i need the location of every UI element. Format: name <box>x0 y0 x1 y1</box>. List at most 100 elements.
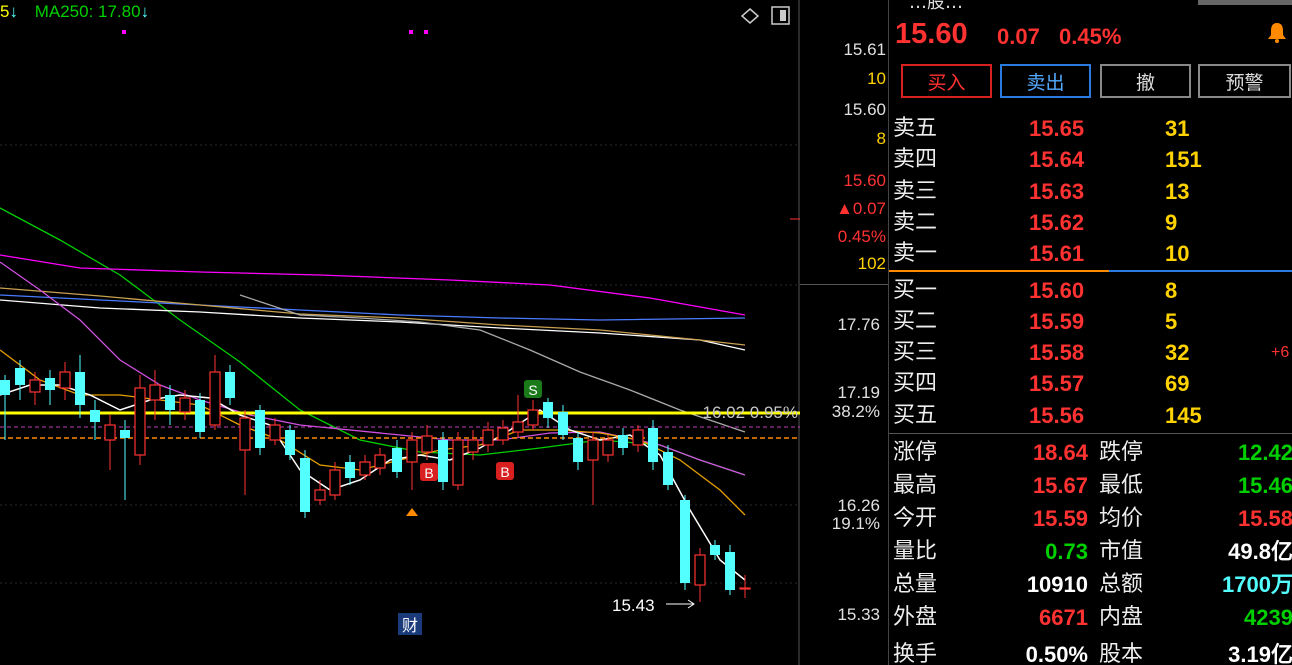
ask-label: 卖三 <box>893 179 938 204</box>
candle[interactable] <box>438 432 448 490</box>
candle[interactable] <box>527 400 539 430</box>
bid-row-4[interactable]: 买四 15.57 69 <box>889 368 1292 399</box>
candle[interactable] <box>90 400 100 440</box>
candle[interactable] <box>314 480 326 505</box>
candle[interactable] <box>632 425 644 452</box>
finance-badge-label: 财 <box>402 616 418 635</box>
candle[interactable] <box>239 410 251 495</box>
candle-body <box>527 409 539 426</box>
candle-body <box>269 424 281 441</box>
turnover-label: 换手 <box>893 642 938 665</box>
alert-button[interactable]: 预警 <box>1198 64 1291 98</box>
candle-body <box>345 462 355 478</box>
marker-b2[interactable]: B <box>496 462 514 480</box>
axis-divider <box>800 284 888 285</box>
stats-row-ratio-cap: 量比 0.73 市值 49.8亿 <box>889 535 1292 568</box>
axis-label-13: 19.1% <box>831 514 880 533</box>
total-volume-label: 总量 <box>893 572 938 597</box>
candle[interactable] <box>165 385 175 425</box>
ask-row-5[interactable]: 卖五 15.65 31 <box>889 113 1292 144</box>
cancel-button[interactable]: 撤 <box>1100 64 1191 98</box>
candle[interactable] <box>694 548 706 602</box>
candle[interactable] <box>120 420 130 500</box>
marker-s[interactable]: S <box>524 380 542 398</box>
candle[interactable] <box>725 545 735 595</box>
candle-body <box>497 427 509 441</box>
low-label: 最低 <box>1099 473 1144 498</box>
bid-volume: 5 <box>1165 309 1178 334</box>
candle[interactable] <box>104 415 116 470</box>
buy-button[interactable]: 买入 <box>901 64 992 98</box>
price-change-pct: 0.45% <box>1059 24 1122 49</box>
ma250-label: MA250: 17.80 <box>34 2 141 21</box>
ask-row-1[interactable]: 卖一 15.61 10 <box>889 238 1292 269</box>
candle[interactable] <box>285 425 295 460</box>
candle[interactable] <box>739 575 751 598</box>
marker-b2-label: B <box>500 464 509 480</box>
bid-row-3[interactable]: 买三 15.58 32 +6 <box>889 337 1292 368</box>
panel-toggle-icon[interactable] <box>771 6 790 25</box>
candle[interactable] <box>269 418 281 445</box>
candle[interactable] <box>225 365 235 405</box>
bid-row-1[interactable]: 买一 15.60 8 <box>889 275 1292 306</box>
ask-volume: 13 <box>1165 179 1190 204</box>
bid-row-2[interactable]: 买二 15.59 5 <box>889 306 1292 337</box>
candle[interactable] <box>512 395 524 438</box>
order-book-divider-right <box>1109 270 1292 272</box>
candle[interactable] <box>29 372 41 405</box>
candle[interactable] <box>195 393 205 438</box>
candle[interactable] <box>0 375 10 440</box>
candle[interactable] <box>558 405 568 440</box>
top-right-tab[interactable] <box>1198 0 1292 5</box>
marker-s-label: S <box>528 382 537 398</box>
candle[interactable] <box>300 450 310 518</box>
candle-body <box>618 435 628 448</box>
candle[interactable] <box>406 432 418 490</box>
candle[interactable] <box>497 420 509 445</box>
ask-label: 卖五 <box>893 116 938 141</box>
candle[interactable] <box>587 432 599 505</box>
candle[interactable] <box>359 455 371 480</box>
candle[interactable] <box>648 420 658 470</box>
candle-body <box>739 587 751 590</box>
fib-line-label: 16.02 0.95% <box>703 403 798 422</box>
kline-chart-area[interactable]: S B B 15.43 16.02 0.95% 财 5↓ MA250: 17.8… <box>0 0 800 665</box>
candle[interactable] <box>618 428 628 455</box>
ask-volume: 10 <box>1165 241 1190 266</box>
candle-body <box>329 469 341 496</box>
marker-b1[interactable]: B <box>420 463 438 481</box>
candle[interactable] <box>209 355 221 430</box>
candle[interactable] <box>255 405 265 455</box>
candle[interactable] <box>15 360 25 400</box>
ask-row-3[interactable]: 卖三 15.63 13 <box>889 176 1292 207</box>
bid-price: 15.60 <box>1029 278 1085 303</box>
bell-icon[interactable] <box>1265 20 1289 44</box>
candles[interactable] <box>0 355 751 602</box>
candle-body <box>134 387 146 456</box>
diamond-icon[interactable] <box>740 8 760 24</box>
candle[interactable] <box>392 440 402 478</box>
candle[interactable] <box>452 432 464 490</box>
bid-volume: 8 <box>1165 278 1178 303</box>
candle-body <box>75 372 85 405</box>
candle[interactable] <box>543 398 553 428</box>
candle[interactable] <box>345 455 355 485</box>
kline-chart[interactable]: S B B 15.43 16.02 0.95% 财 <box>0 0 800 665</box>
candle[interactable] <box>75 355 85 418</box>
candle[interactable] <box>573 432 583 470</box>
finance-badge[interactable]: 财 <box>398 613 422 635</box>
candle[interactable] <box>467 430 479 460</box>
sell-button[interactable]: 卖出 <box>1000 64 1091 98</box>
candle[interactable] <box>134 375 146 465</box>
candle[interactable] <box>374 448 386 475</box>
ask-row-2[interactable]: 卖二 15.62 9 <box>889 207 1292 238</box>
bid-row-5[interactable]: 买五 15.56 145 <box>889 400 1292 431</box>
ma-legend: 5↓ MA250: 17.80↓ <box>0 2 149 22</box>
volume-ratio-value: 0.73 <box>1045 539 1088 564</box>
candle[interactable] <box>59 362 71 400</box>
candle[interactable] <box>45 370 55 405</box>
avg-price-label: 均价 <box>1099 506 1144 531</box>
candle[interactable] <box>680 495 690 590</box>
ask-row-4[interactable]: 卖四 15.64 151 <box>889 144 1292 175</box>
bid-volume: 32 <box>1165 340 1190 365</box>
